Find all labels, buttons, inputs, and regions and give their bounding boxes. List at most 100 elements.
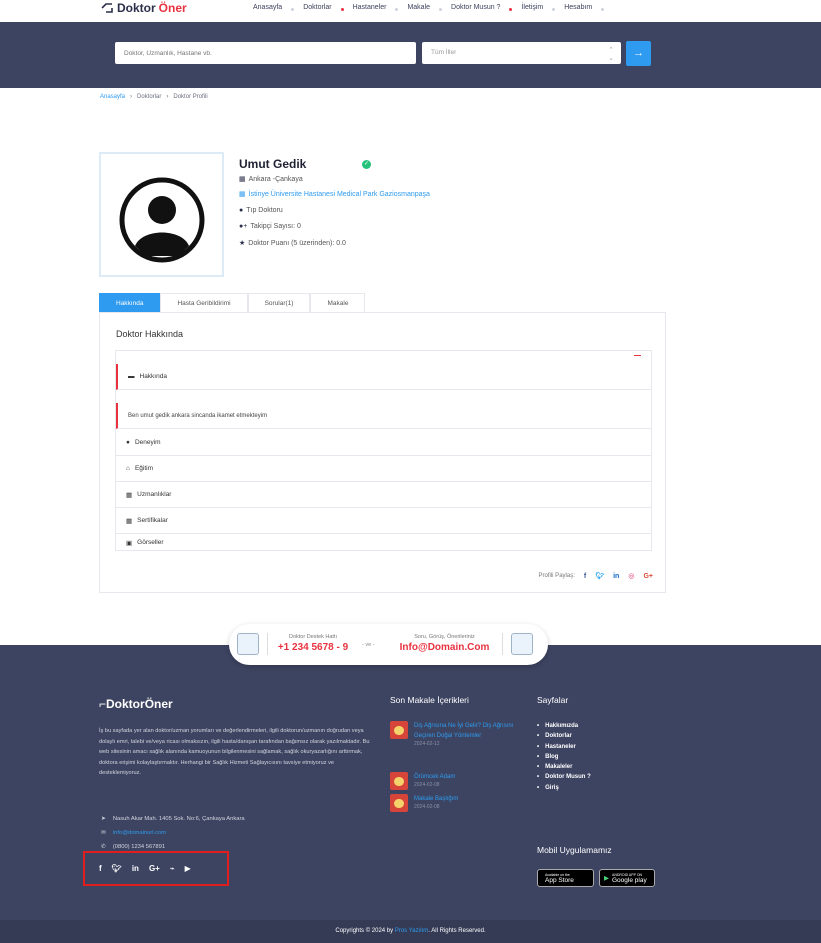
- footer-link-login[interactable]: Giriş: [537, 785, 591, 791]
- main-nav: Anasayfa Doktorlar Hastaneler Makale Dok…: [253, 4, 613, 11]
- accordion-item-experience[interactable]: ● Deneyim: [116, 430, 651, 456]
- support-hotline[interactable]: Doktor Destek Hattı +1 234 5678 - 9: [273, 634, 353, 653]
- support-mail-label: Soru, Görüş, Önerileriniz: [414, 634, 475, 640]
- nav-separator: [552, 8, 556, 11]
- footer-logo[interactable]: ⌐DoktorÖner: [99, 697, 173, 711]
- site-logo[interactable]: Doktor Öner: [100, 1, 187, 15]
- doctor-location: ▦ Ankara -Çankaya: [239, 175, 303, 184]
- accordion-label: Uzmanlıklar: [137, 491, 172, 498]
- mobile-app-heading: Mobil Uygulamamız: [537, 845, 612, 855]
- about-title: Doktor Hakkında: [116, 329, 184, 339]
- footer-link-are-you-doctor[interactable]: Doktor Musun ?: [537, 774, 591, 780]
- accordion-item-about[interactable]: ▬ Hakkında: [116, 364, 651, 390]
- nav-item-hospitals[interactable]: Hastaneler: [353, 4, 387, 11]
- accordion-item-images[interactable]: ▣ Görseller: [116, 534, 651, 551]
- article-thumbnail: [390, 794, 408, 812]
- about-accordion: ▬ Hakkında Ben umut gedik ankara sincanda…: [115, 350, 652, 551]
- youtube-icon[interactable]: ▶: [185, 864, 191, 873]
- accordion-item-specialties[interactable]: ▦ Uzmanlıklar: [116, 482, 651, 508]
- tab-patient-feedback[interactable]: Hasta Geribildirimi: [160, 293, 248, 313]
- support-mail[interactable]: Soru, Görüş, Önerileriniz Info@Domain.Co…: [392, 634, 497, 653]
- support-hotline-label: Doktor Destek Hattı: [289, 634, 337, 640]
- search-band: Tüm İller ⌃⌄ →: [0, 22, 821, 88]
- accordion-item-education[interactable]: ⌂ Eğitim: [116, 456, 651, 482]
- linkedin-icon[interactable]: in: [132, 864, 139, 873]
- location-arrow-icon: ➤: [101, 816, 106, 822]
- nav-item-home[interactable]: Anasayfa: [253, 4, 282, 11]
- footer-link-hospitals[interactable]: Hastaneler: [537, 744, 591, 750]
- nav-item-are-you-doctor[interactable]: Doktor Musun ?: [451, 4, 500, 11]
- footer-email[interactable]: ✉ info@domainurl.com: [101, 830, 166, 836]
- twitter-icon[interactable]: 🐦︎: [112, 864, 122, 873]
- nav-separator: [395, 8, 399, 11]
- breadcrumb-doctors[interactable]: Doktorlar: [137, 94, 161, 100]
- nav-item-contact[interactable]: İletişim: [521, 4, 543, 11]
- tab-questions[interactable]: Sorular(1): [247, 293, 311, 313]
- breadcrumb: Anasayfa › Doktorlar › Doktor Profili: [100, 94, 208, 100]
- google-play-button[interactable]: ▶ ANDROID APP ON Google play: [599, 869, 655, 887]
- article-date: 2024-02-08: [414, 804, 440, 810]
- support-hospital-icon: [511, 633, 533, 655]
- accordion-label: Hakkında: [139, 373, 167, 380]
- twitter-icon[interactable]: 🐦︎: [595, 572, 604, 580]
- doctor-rating: ★ Doktor Puanı (5 üzerinden): 0.0: [239, 239, 346, 248]
- footer-link-about[interactable]: Hakkımızda: [537, 723, 591, 729]
- footer-link-blog[interactable]: Blog: [537, 754, 591, 760]
- instagram-icon[interactable]: ◎: [628, 572, 634, 580]
- nav-item-articles[interactable]: Makale: [407, 4, 430, 11]
- breadcrumb-home[interactable]: Anasayfa: [100, 94, 125, 100]
- pill-separator: [267, 633, 268, 655]
- app-store-button[interactable]: Available on the App Store: [537, 869, 594, 887]
- rss-icon[interactable]: ⌁: [170, 864, 175, 873]
- copyright-brand-link[interactable]: Pros Yazılım: [395, 928, 428, 934]
- nav-separator: [340, 8, 344, 11]
- pages-heading: Sayfalar: [537, 695, 569, 705]
- footer-link-doctors[interactable]: Doktorlar: [537, 733, 591, 739]
- tab-about[interactable]: Hakkında: [99, 293, 161, 313]
- verified-check-icon: ✓: [362, 160, 371, 169]
- accordion-label: Deneyim: [134, 439, 161, 446]
- support-separator-text: - ve -: [362, 642, 375, 648]
- google-plus-icon[interactable]: G+: [149, 864, 160, 873]
- support-phone-icon: [237, 633, 259, 655]
- article-thumbnail: [390, 721, 408, 739]
- nav-separator: [439, 8, 443, 11]
- city-select[interactable]: Tüm İller ⌃ ⌄: [422, 42, 621, 64]
- article-title: Diş Ağrısına Ne İyi Gelir? Diş Ağrısını …: [414, 723, 514, 739]
- linkedin-icon[interactable]: in: [613, 573, 619, 580]
- logo-text: Doktor: [117, 1, 156, 15]
- city-select-value: Tüm İller: [431, 49, 457, 56]
- accordion-label: Sertifikalar: [137, 517, 168, 524]
- chevron-right-icon: ›: [130, 94, 133, 100]
- image-icon: ▣: [126, 539, 133, 547]
- footer: ⌐DoktorÖner İş bu sayfada yer alan dokto…: [0, 645, 821, 920]
- collapse-icon[interactable]: [634, 355, 641, 356]
- breadcrumb-current: Doktor Profili: [173, 94, 208, 100]
- footer-article[interactable]: Makale Başlığım 2024-02-08: [390, 794, 534, 812]
- doctor-location-text: Ankara -Çankaya: [248, 175, 303, 183]
- doctor-hospital[interactable]: ▦ İstinye Üniversite Hastanesi Medical Pa…: [239, 190, 430, 199]
- arrow-right-icon: →: [633, 47, 644, 59]
- facebook-icon[interactable]: f: [584, 573, 586, 580]
- doctor-followers-text: Takipçi Sayısı: 0: [250, 223, 301, 230]
- facebook-icon[interactable]: f: [99, 864, 102, 873]
- search-button[interactable]: →: [626, 41, 651, 66]
- accordion-label: Görseller: [137, 539, 164, 546]
- search-input[interactable]: [115, 42, 416, 64]
- footer-article[interactable]: Örümcek Adam 2024-02-08: [390, 772, 534, 790]
- footer-article[interactable]: Diş Ağrısına Ne İyi Gelir? Diş Ağrısını …: [390, 721, 534, 747]
- accordion-item-certificates[interactable]: ▦ Sertifikalar: [116, 508, 651, 534]
- footer-link-articles[interactable]: Makaleler: [537, 764, 591, 770]
- doctor-hospital-text: İstinye Üniversite Hastanesi Medical Par…: [248, 190, 430, 198]
- footer-logo-accent: Öner: [144, 697, 173, 711]
- footer-phone-text: (0800) 1234 567891: [112, 844, 166, 850]
- tab-articles[interactable]: Makale: [310, 293, 366, 313]
- google-plus-icon[interactable]: G+: [643, 573, 653, 580]
- footer-phone[interactable]: ✆ (0800) 1234 567891: [101, 844, 165, 850]
- footer-logo-text: Doktor: [106, 697, 145, 711]
- nav-item-account[interactable]: Hesabım: [564, 4, 592, 11]
- articles-heading: Son Makale İçerikleri: [390, 695, 469, 705]
- share-label: Profili Paylaş:: [538, 573, 575, 579]
- google-play-big: Google play: [612, 876, 647, 884]
- nav-item-doctors[interactable]: Doktorlar: [303, 4, 331, 11]
